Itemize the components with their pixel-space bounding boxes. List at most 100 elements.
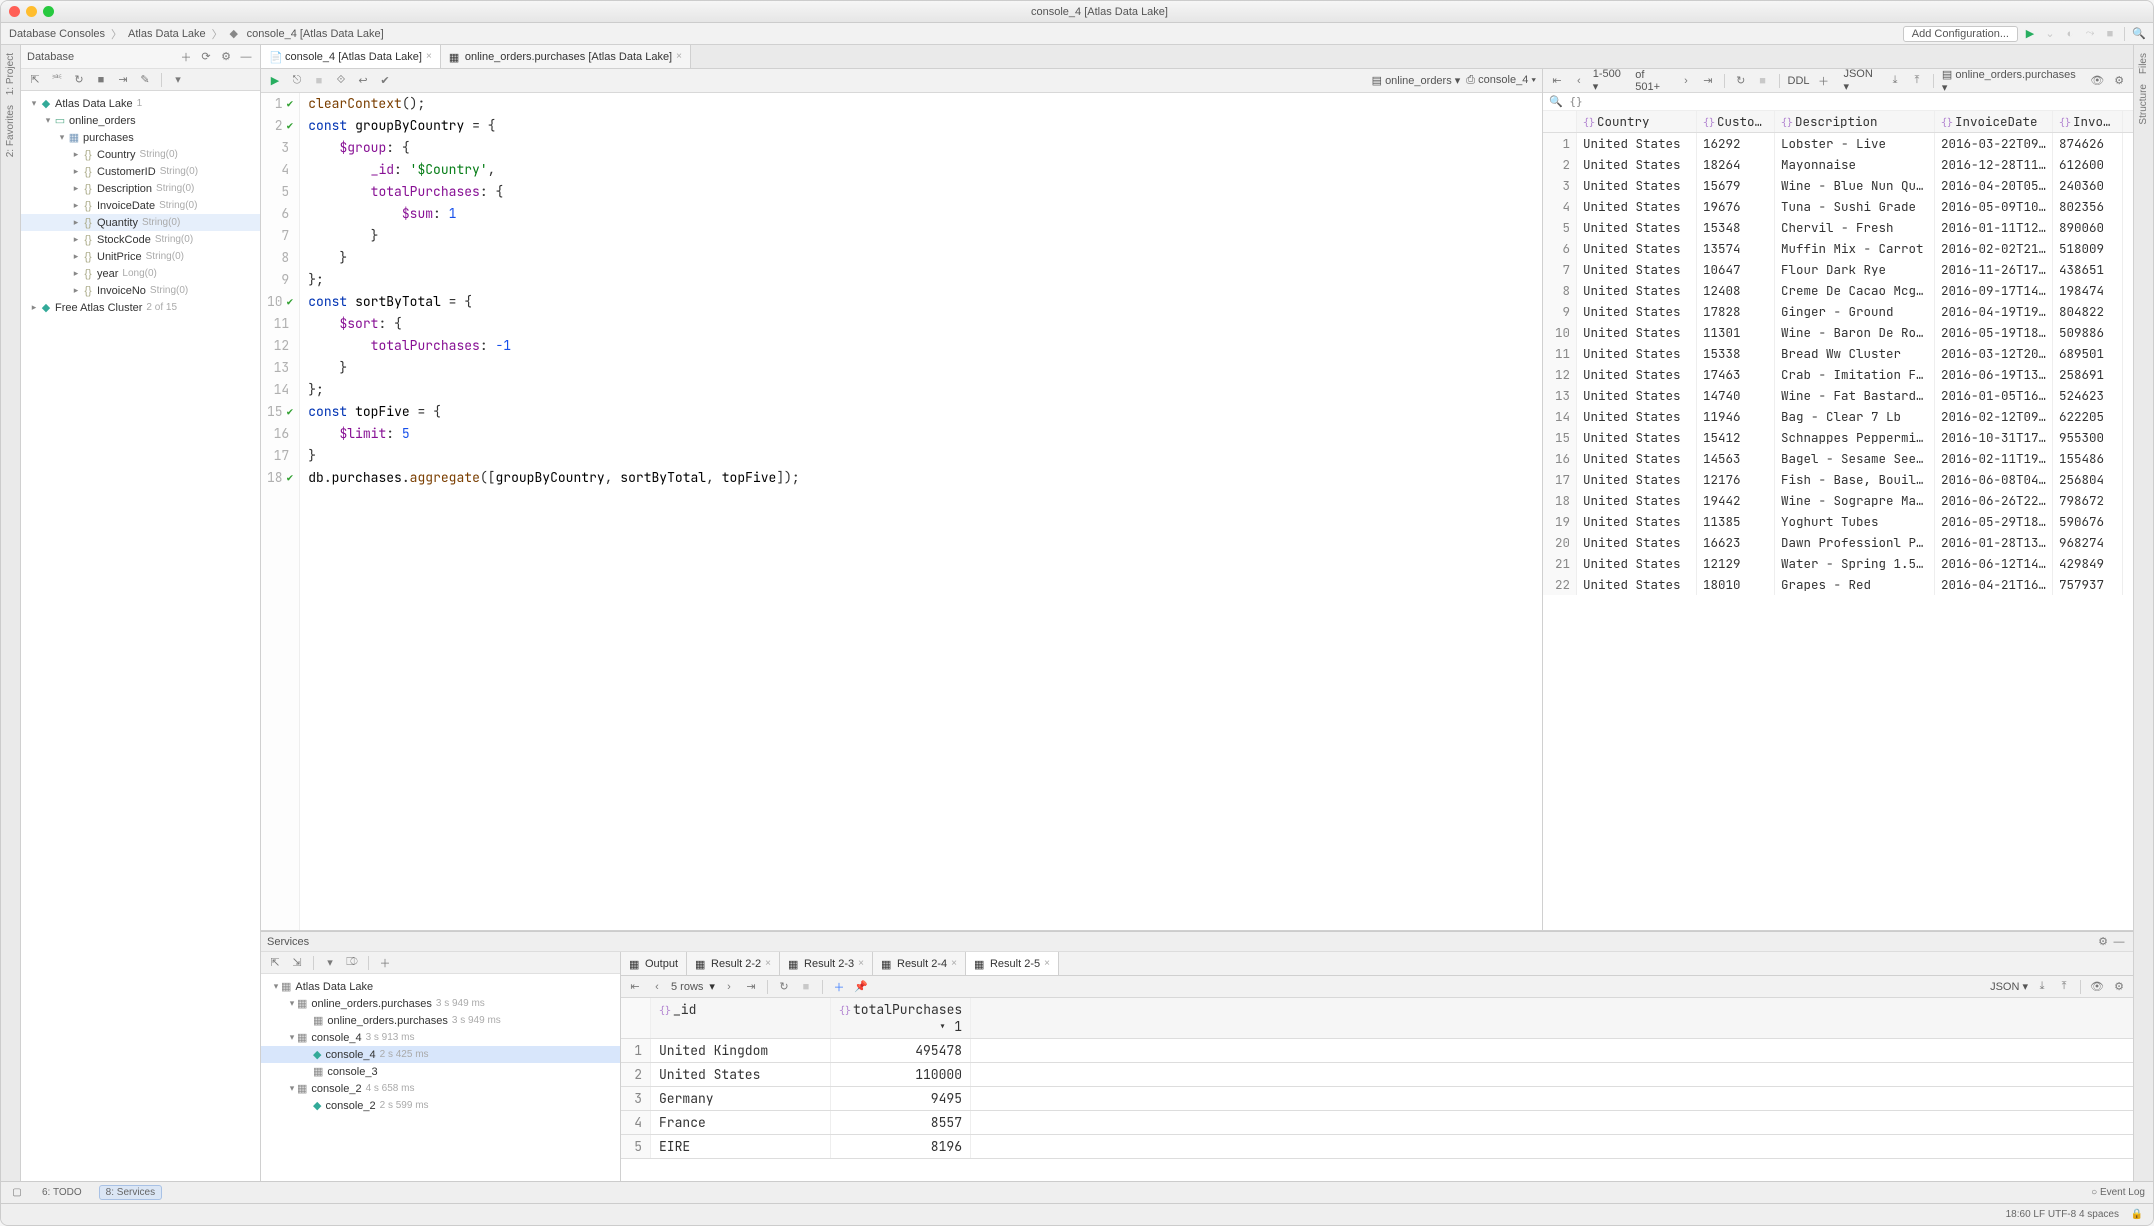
- pin-icon[interactable]: 📌: [853, 979, 869, 995]
- gear-icon[interactable]: ⚙: [2095, 934, 2111, 950]
- hide-panel-icon[interactable]: —: [238, 49, 254, 65]
- coverage-icon[interactable]: ◐: [2062, 26, 2078, 42]
- tab-console4[interactable]: 📄 console_4 [Atlas Data Lake] ×: [261, 45, 441, 68]
- schema-selector[interactable]: ▤ online_orders ▾: [1372, 74, 1461, 87]
- table-row[interactable]: 14United States11946Bag - Clear 7 Lb2016…: [1543, 406, 2133, 427]
- close-tab-icon[interactable]: ×: [426, 51, 432, 62]
- tree-row[interactable]: ▸{}yearLong(0): [21, 265, 260, 282]
- result-tab[interactable]: ▦Result 2-5×: [966, 952, 1059, 975]
- tree-row[interactable]: ▸{}CustomerIDString(0): [21, 163, 260, 180]
- rail-item-project[interactable]: 1: Project: [5, 53, 16, 95]
- tree-row[interactable]: ▸{}QuantityString(0): [21, 214, 260, 231]
- last-page-icon[interactable]: ⇥: [1700, 73, 1716, 89]
- tree-row[interactable]: ▾▭online_orders: [21, 112, 260, 129]
- tree-row[interactable]: ▸{}UnitPriceString(0): [21, 248, 260, 265]
- hide-panel-icon[interactable]: —: [2111, 934, 2127, 950]
- filter-svc-icon[interactable]: ▾: [322, 955, 338, 971]
- close-tab-icon[interactable]: ×: [676, 51, 682, 62]
- add-svc-icon[interactable]: ＋: [377, 955, 393, 971]
- result-tab[interactable]: ▦Output: [621, 952, 687, 975]
- gear-icon[interactable]: ⚙: [218, 49, 234, 65]
- reload-results-icon[interactable]: ↻: [776, 979, 792, 995]
- service-row[interactable]: ◆console_22 s 599 ms: [261, 1097, 620, 1114]
- rail-item-files[interactable]: Files: [2138, 53, 2149, 74]
- rail-item-structure[interactable]: Structure: [2138, 84, 2149, 125]
- tab-results[interactable]: ▦ online_orders.purchases [Atlas Data La…: [441, 45, 691, 68]
- next-page-icon[interactable]: ›: [1678, 73, 1694, 89]
- table-row[interactable]: 21United States12129Water - Spring 1.5li…: [1543, 553, 2133, 574]
- table-row[interactable]: 10United States11301Wine - Baron De Roth…: [1543, 322, 2133, 343]
- stop-row-icon[interactable]: ■: [798, 979, 814, 995]
- profile-icon[interactable]: ⤳: [2082, 26, 2098, 42]
- filter-tree-icon[interactable]: ⎃: [49, 72, 65, 88]
- breadcrumb-item[interactable]: Database Consoles: [7, 28, 107, 40]
- results-grid[interactable]: {}Country{}CustomerID{}Description{}Invo…: [1543, 111, 2133, 930]
- services-tree[interactable]: ▾▦Atlas Data Lake▾▦online_orders.purchas…: [261, 974, 620, 1181]
- path-selector[interactable]: ▤ online_orders.purchases ▾: [1942, 69, 2083, 94]
- status-collapse-icon[interactable]: ▢: [9, 1185, 25, 1201]
- table-row[interactable]: 9United States17828Ginger - Ground2016-0…: [1543, 301, 2133, 322]
- tree-row[interactable]: ▾◆Atlas Data Lake1: [21, 95, 260, 112]
- table-row[interactable]: 2United States110000: [621, 1063, 2133, 1087]
- collapse-icon[interactable]: ⇱: [267, 955, 283, 971]
- result-tab[interactable]: ▦Result 2-4×: [873, 952, 966, 975]
- result-detail-grid[interactable]: {}_id {}totalPurchases ▾ 1 1United Kingd…: [621, 998, 2133, 1181]
- service-row[interactable]: ▾▦online_orders.purchases3 s 949 ms: [261, 995, 620, 1012]
- explain-icon[interactable]: ⎋: [289, 73, 305, 89]
- table-row[interactable]: 12United States17463Crab - Imitation Fla…: [1543, 364, 2133, 385]
- rollback-icon[interactable]: ↩: [355, 73, 371, 89]
- row-range[interactable]: 1-500 ▾: [1593, 69, 1629, 93]
- service-row[interactable]: ▦console_3: [261, 1063, 620, 1080]
- minimize-window-button[interactable]: [26, 6, 37, 17]
- edit-icon[interactable]: ✎: [137, 72, 153, 88]
- ddl-button[interactable]: DDL: [1788, 75, 1810, 87]
- table-row[interactable]: 20United States16623Dawn Professionl Pot…: [1543, 532, 2133, 553]
- service-row[interactable]: ◆console_42 s 425 ms: [261, 1046, 620, 1063]
- add-row-icon[interactable]: ＋: [1816, 73, 1832, 89]
- table-row[interactable]: 11United States15338Bread Ww Cluster2016…: [1543, 343, 2133, 364]
- table-row[interactable]: 16United States14563Bagel - Sesame Seed …: [1543, 448, 2133, 469]
- tree-row[interactable]: ▸{}InvoiceNoString(0): [21, 282, 260, 299]
- stop-db-icon[interactable]: ■: [93, 72, 109, 88]
- prev-page-icon[interactable]: ‹: [1571, 73, 1587, 89]
- table-row[interactable]: 1United States16292Lobster - Live2016-03…: [1543, 133, 2133, 154]
- table-row[interactable]: 4United States19676Tuna - Sushi Grade201…: [1543, 196, 2133, 217]
- breadcrumb-item[interactable]: console_4 [Atlas Data Lake]: [245, 28, 386, 40]
- rail-item-favorites[interactable]: 2: Favorites: [5, 105, 16, 157]
- eye-icon[interactable]: 👁: [2089, 979, 2105, 995]
- jump-to-source-icon[interactable]: ⇥: [115, 72, 131, 88]
- stop-icon[interactable]: ■: [2102, 26, 2118, 42]
- status-event-log[interactable]: ○ Event Log: [2091, 1187, 2145, 1198]
- search-icon[interactable]: 🔍: [2131, 26, 2147, 42]
- run-icon[interactable]: ▶: [2022, 26, 2038, 42]
- import-detail-icon[interactable]: ⤒: [2056, 979, 2072, 995]
- first-row-icon[interactable]: ⇤: [627, 979, 643, 995]
- result-tab[interactable]: ▦Result 2-2×: [687, 952, 780, 975]
- debug-icon[interactable]: ⌄: [2042, 26, 2058, 42]
- sync-icon[interactable]: ↻: [71, 72, 87, 88]
- tree-row[interactable]: ▸◆Free Atlas Cluster2 of 15: [21, 299, 260, 316]
- tx-icon[interactable]: ⟐: [333, 73, 349, 89]
- first-page-icon[interactable]: ⇤: [1549, 73, 1565, 89]
- commit-icon[interactable]: ✔: [377, 73, 393, 89]
- code-editor[interactable]: 1✔2✔345678910✔1112131415✔161718✔ clearCo…: [261, 93, 1542, 930]
- table-row[interactable]: 5EIRE8196: [621, 1135, 2133, 1159]
- table-row[interactable]: 2United States18264Mayonnaise2016-12-28T…: [1543, 154, 2133, 175]
- export-icon[interactable]: ⤓: [1887, 73, 1903, 89]
- collapse-all-icon[interactable]: ⇱: [27, 72, 43, 88]
- service-row[interactable]: ▦online_orders.purchases3 s 949 ms: [261, 1012, 620, 1029]
- next-row-icon[interactable]: ›: [721, 979, 737, 995]
- gear-icon[interactable]: ⚙: [2111, 979, 2127, 995]
- export-detail-icon[interactable]: ⤓: [2034, 979, 2050, 995]
- table-row[interactable]: 7United States10647Flour Dark Rye2016-11…: [1543, 259, 2133, 280]
- filter-icon[interactable]: ▾: [170, 72, 186, 88]
- table-row[interactable]: 3Germany9495: [621, 1087, 2133, 1111]
- run-query-icon[interactable]: ▶: [267, 73, 283, 89]
- stop-query-icon[interactable]: ■: [311, 73, 327, 89]
- console-selector[interactable]: ⎙ console_4 ▾: [1466, 74, 1536, 87]
- service-row[interactable]: ▾▦console_43 s 913 ms: [261, 1029, 620, 1046]
- table-row[interactable]: 18United States19442Wine - Sograpre Mate…: [1543, 490, 2133, 511]
- tree-row[interactable]: ▸{}DescriptionString(0): [21, 180, 260, 197]
- tree-row[interactable]: ▾▦purchases: [21, 129, 260, 146]
- table-row[interactable]: 22United States18010Grapes - Red2016-04-…: [1543, 574, 2133, 595]
